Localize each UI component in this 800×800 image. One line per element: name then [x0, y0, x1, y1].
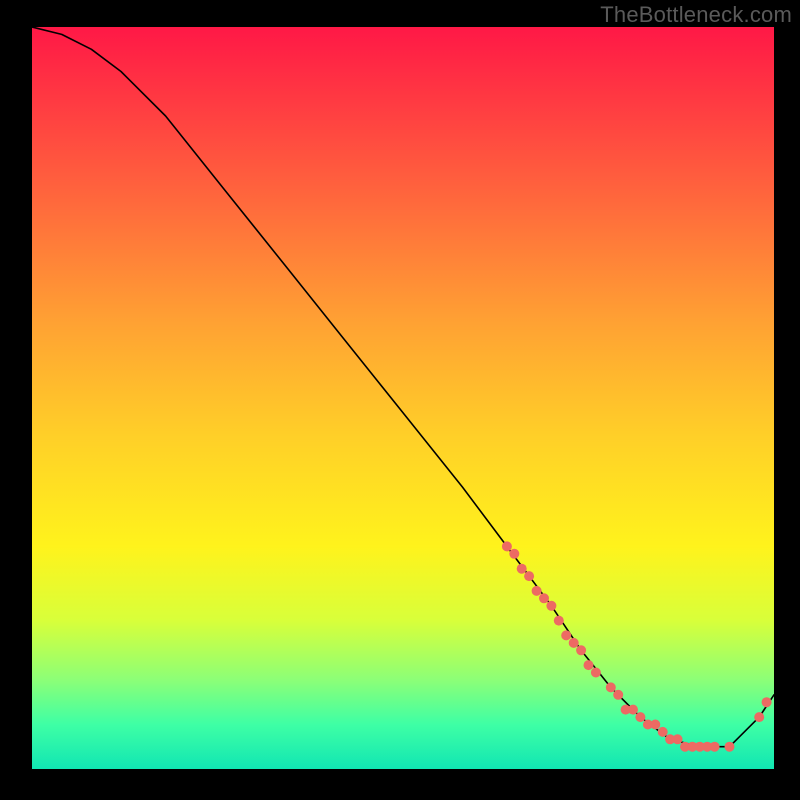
sample-dot — [762, 697, 772, 707]
sample-dot — [561, 630, 571, 640]
sample-dot — [524, 571, 534, 581]
sample-dot — [539, 593, 549, 603]
sample-dot — [502, 541, 512, 551]
sample-dot — [546, 601, 556, 611]
sample-dot — [576, 645, 586, 655]
sample-dot — [532, 586, 542, 596]
sample-dot — [606, 682, 616, 692]
sample-dot — [658, 727, 668, 737]
chart-svg — [32, 27, 774, 769]
sample-dot — [673, 734, 683, 744]
bottleneck-curve — [32, 27, 774, 747]
chart-frame: TheBottleneck.com — [0, 0, 800, 800]
sample-dot — [569, 638, 579, 648]
plot-area — [32, 27, 774, 769]
sample-dot — [628, 705, 638, 715]
sample-dot — [591, 668, 601, 678]
sample-dot — [635, 712, 645, 722]
sample-dots-group — [502, 541, 772, 751]
sample-dot — [509, 549, 519, 559]
sample-dot — [650, 720, 660, 730]
sample-dot — [613, 690, 623, 700]
sample-dot — [517, 564, 527, 574]
sample-dot — [754, 712, 764, 722]
sample-dot — [584, 660, 594, 670]
sample-dot — [710, 742, 720, 752]
sample-dot — [554, 616, 564, 626]
sample-dot — [725, 742, 735, 752]
watermark-text: TheBottleneck.com — [600, 2, 792, 28]
